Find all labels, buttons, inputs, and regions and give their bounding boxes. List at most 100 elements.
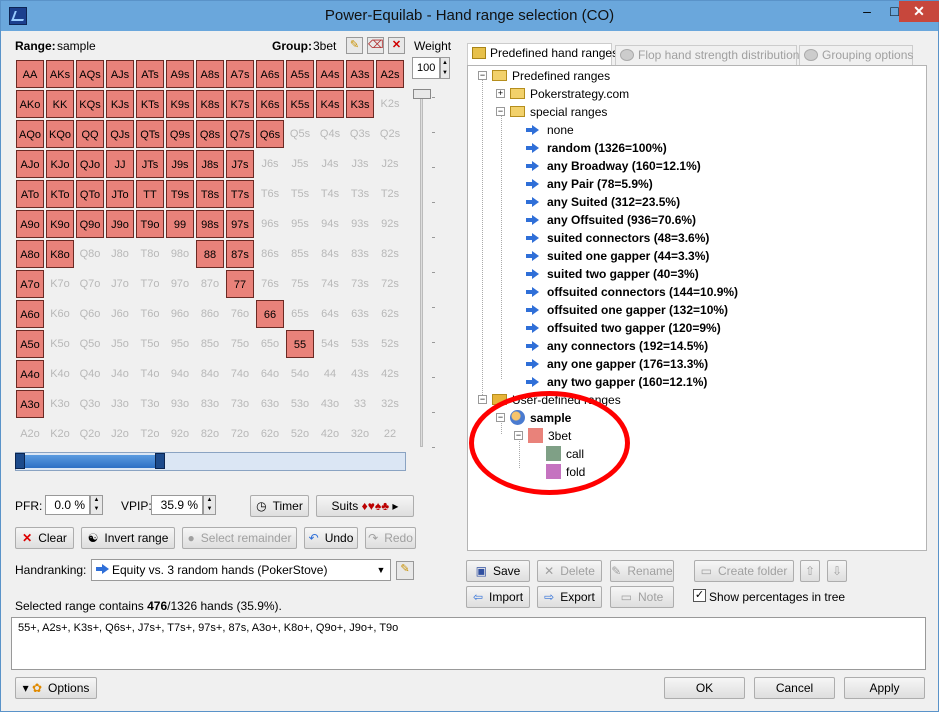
hand-cell-A2s[interactable]: A2s <box>376 60 404 88</box>
hand-cell-QTo[interactable]: QTo <box>76 180 104 208</box>
hand-cell-84o[interactable]: 84o <box>196 360 224 388</box>
range-slider[interactable] <box>15 452 406 471</box>
hand-cell-43o[interactable]: 43o <box>316 390 344 418</box>
tab-grouping-options[interactable]: Grouping options <box>799 45 913 66</box>
hand-cell-A8o[interactable]: A8o <box>16 240 44 268</box>
hand-cell-64o[interactable]: 64o <box>256 360 284 388</box>
hand-cell-85o[interactable]: 85o <box>196 330 224 358</box>
hand-cell-Q5o[interactable]: Q5o <box>76 330 104 358</box>
hand-cell-63o[interactable]: 63o <box>256 390 284 418</box>
hand-cell-T9s[interactable]: T9s <box>166 180 194 208</box>
hand-cell-88[interactable]: 88 <box>196 240 224 268</box>
export-button[interactable]: ⇨ Export <box>537 586 602 608</box>
hand-cell-T4o[interactable]: T4o <box>136 360 164 388</box>
hand-cell-76s[interactable]: 76s <box>256 270 284 298</box>
hand-cell-KJo[interactable]: KJo <box>46 150 74 178</box>
hand-cell-75o[interactable]: 75o <box>226 330 254 358</box>
hand-cell-85s[interactable]: 85s <box>286 240 314 268</box>
show-percentages-checkbox[interactable]: ✓ <box>693 589 706 602</box>
hand-cell-J3s[interactable]: J3s <box>346 150 374 178</box>
hand-cell-A4s[interactable]: A4s <box>316 60 344 88</box>
select-remainder-button[interactable]: ● Select remainder <box>182 527 297 549</box>
tree-item-range[interactable]: none <box>526 121 574 139</box>
hand-cell-A5o[interactable]: A5o <box>16 330 44 358</box>
hand-cell-Q7o[interactable]: Q7o <box>76 270 104 298</box>
tree-node-group[interactable]: − 3bet <box>508 427 571 445</box>
options-button[interactable]: ▾ ✿ Options <box>15 677 97 699</box>
close-button[interactable]: ✕ <box>899 1 939 22</box>
hand-cell-J9o[interactable]: J9o <box>106 210 134 238</box>
hand-cell-K2s[interactable]: K2s <box>376 90 404 118</box>
hand-cell-Q4s[interactable]: Q4s <box>316 120 344 148</box>
hand-cell-KTs[interactable]: KTs <box>136 90 164 118</box>
hand-cell-K2o[interactable]: K2o <box>46 420 74 448</box>
hand-cell-J7o[interactable]: J7o <box>106 270 134 298</box>
hand-cell-J5o[interactable]: J5o <box>106 330 134 358</box>
hand-cell-J6s[interactable]: J6s <box>256 150 284 178</box>
hand-cell-A8s[interactable]: A8s <box>196 60 224 88</box>
hand-cell-52o[interactable]: 52o <box>286 420 314 448</box>
hand-cell-T3s[interactable]: T3s <box>346 180 374 208</box>
tree-item-range[interactable]: suited one gapper (44=3.3%) <box>526 247 709 265</box>
hand-cell-55[interactable]: 55 <box>286 330 314 358</box>
hand-cell-43s[interactable]: 43s <box>346 360 374 388</box>
hand-cell-42o[interactable]: 42o <box>316 420 344 448</box>
hand-cell-KQs[interactable]: KQs <box>76 90 104 118</box>
hand-cell-96s[interactable]: 96s <box>256 210 284 238</box>
pfr-spinner[interactable]: ▲ ▼ <box>90 495 103 515</box>
hand-cell-JJ[interactable]: JJ <box>106 150 134 178</box>
hand-cell-A3s[interactable]: A3s <box>346 60 374 88</box>
tree-node-pokerstrategy[interactable]: + Pokerstrategy.com <box>490 85 629 103</box>
hand-cell-K5s[interactable]: K5s <box>286 90 314 118</box>
hand-cell-J8s[interactable]: J8s <box>196 150 224 178</box>
hand-cell-73o[interactable]: 73o <box>226 390 254 418</box>
suits-button[interactable]: Suits ♦♥♠♣ ▸ <box>316 495 414 517</box>
hand-cell-K5o[interactable]: K5o <box>46 330 74 358</box>
hand-cell-62s[interactable]: 62s <box>376 300 404 328</box>
redo-button[interactable]: ↷ Redo <box>365 527 416 549</box>
hand-cell-K3o[interactable]: K3o <box>46 390 74 418</box>
hand-cell-76o[interactable]: 76o <box>226 300 254 328</box>
hand-cell-54o[interactable]: 54o <box>286 360 314 388</box>
hand-cell-Q8s[interactable]: Q8s <box>196 120 224 148</box>
hand-cell-99[interactable]: 99 <box>166 210 194 238</box>
hand-cell-QQ[interactable]: QQ <box>76 120 104 148</box>
hand-cell-Q9s[interactable]: Q9s <box>166 120 194 148</box>
range-slider-handle-right[interactable] <box>155 453 165 469</box>
hand-cell-A9s[interactable]: A9s <box>166 60 194 88</box>
hand-cell-KJs[interactable]: KJs <box>106 90 134 118</box>
note-button[interactable]: ▭ Note <box>610 586 674 608</box>
move-down-button[interactable]: ⇩ <box>827 560 847 582</box>
hand-cell-98s[interactable]: 98s <box>196 210 224 238</box>
hand-cell-AQo[interactable]: AQo <box>16 120 44 148</box>
hand-cell-AQs[interactable]: AQs <box>76 60 104 88</box>
eraser-icon[interactable]: ⌫ <box>367 37 384 54</box>
hand-cell-52s[interactable]: 52s <box>376 330 404 358</box>
hand-cell-J7s[interactable]: J7s <box>226 150 254 178</box>
tree-node-group[interactable]: call <box>526 445 584 463</box>
hand-cell-Q2s[interactable]: Q2s <box>376 120 404 148</box>
hand-cell-A9o[interactable]: A9o <box>16 210 44 238</box>
hand-cell-77[interactable]: 77 <box>226 270 254 298</box>
hand-cell-95s[interactable]: 95s <box>286 210 314 238</box>
hand-cell-T7o[interactable]: T7o <box>136 270 164 298</box>
tree-item-range[interactable]: any one gapper (176=13.3%) <box>526 355 708 373</box>
hand-cell-T9o[interactable]: T9o <box>136 210 164 238</box>
tree-node-special[interactable]: − special ranges <box>490 103 607 121</box>
hand-cell-Q4o[interactable]: Q4o <box>76 360 104 388</box>
hand-cell-A4o[interactable]: A4o <box>16 360 44 388</box>
hand-cell-K4o[interactable]: K4o <box>46 360 74 388</box>
hand-cell-Q6o[interactable]: Q6o <box>76 300 104 328</box>
hand-cell-K9s[interactable]: K9s <box>166 90 194 118</box>
tab-flop-hand-strength[interactable]: Flop hand strength distribution <box>615 45 799 66</box>
hand-cell-63s[interactable]: 63s <box>346 300 374 328</box>
hand-cell-J9s[interactable]: J9s <box>166 150 194 178</box>
tree-item-range[interactable]: suited connectors (48=3.6%) <box>526 229 709 247</box>
hand-cell-93o[interactable]: 93o <box>166 390 194 418</box>
hand-cell-72o[interactable]: 72o <box>226 420 254 448</box>
hand-cell-94o[interactable]: 94o <box>166 360 194 388</box>
apply-button[interactable]: Apply <box>844 677 925 699</box>
hand-cell-J2o[interactable]: J2o <box>106 420 134 448</box>
weight-input[interactable]: 100 <box>412 57 440 79</box>
hand-cell-83o[interactable]: 83o <box>196 390 224 418</box>
